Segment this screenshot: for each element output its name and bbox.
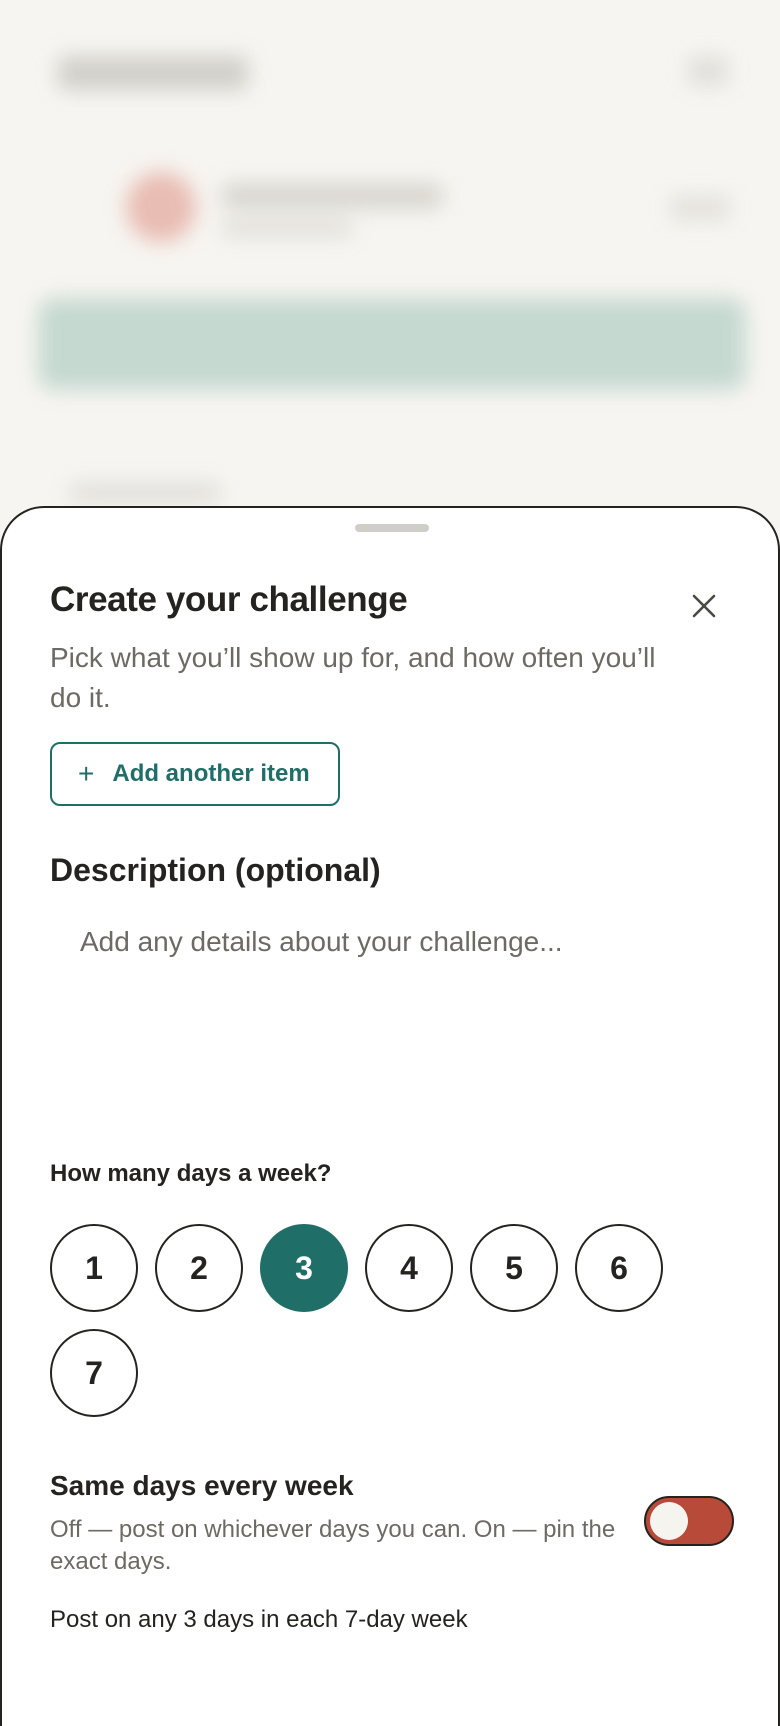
schedule-summary: Post on any 3 days in each 7-day week [50, 1606, 468, 1633]
description-label: Description (optional) [50, 852, 381, 888]
background-app [0, 0, 780, 654]
day-option-6[interactable]: 6 [575, 1224, 663, 1312]
day-option-2[interactable]: 2 [155, 1224, 243, 1312]
description-input[interactable] [50, 906, 734, 1106]
avatar [126, 172, 196, 242]
add-item-button[interactable]: + Add another item [50, 742, 340, 806]
sheet-title: Create your challenge [50, 580, 408, 619]
same-days-toggle[interactable] [644, 1496, 734, 1546]
add-item-label: Add another item [112, 760, 310, 787]
primary-cta-placeholder [38, 298, 746, 654]
same-days-description: Off — post on whichever days you can. On… [50, 1516, 616, 1575]
profile-subtext-placeholder [222, 220, 352, 236]
plus-icon: + [78, 758, 95, 789]
close-icon [692, 594, 716, 618]
day-option-5[interactable]: 5 [470, 1224, 558, 1312]
profile-name-placeholder [222, 184, 442, 208]
days-per-week-options: 1 2 3 4 5 6 7 [50, 1224, 730, 1417]
day-option-4[interactable]: 4 [365, 1224, 453, 1312]
section-heading-placeholder [70, 484, 220, 502]
day-option-7[interactable]: 7 [50, 1329, 138, 1417]
close-button[interactable] [684, 586, 724, 626]
toggle-knob [650, 1502, 688, 1540]
menu-icon [688, 56, 728, 86]
days-per-week-label: How many days a week? [50, 1160, 332, 1187]
same-days-title: Same days every week [50, 1470, 354, 1501]
app-logo [58, 56, 248, 90]
profile-side-placeholder [670, 196, 730, 220]
create-challenge-sheet: Create your challenge Pick what you’ll s… [0, 506, 780, 1726]
day-option-1[interactable]: 1 [50, 1224, 138, 1312]
sheet-drag-handle[interactable] [355, 524, 429, 532]
day-option-3[interactable]: 3 [260, 1224, 348, 1312]
sheet-subtitle: Pick what you’ll show up for, and how of… [50, 642, 656, 713]
